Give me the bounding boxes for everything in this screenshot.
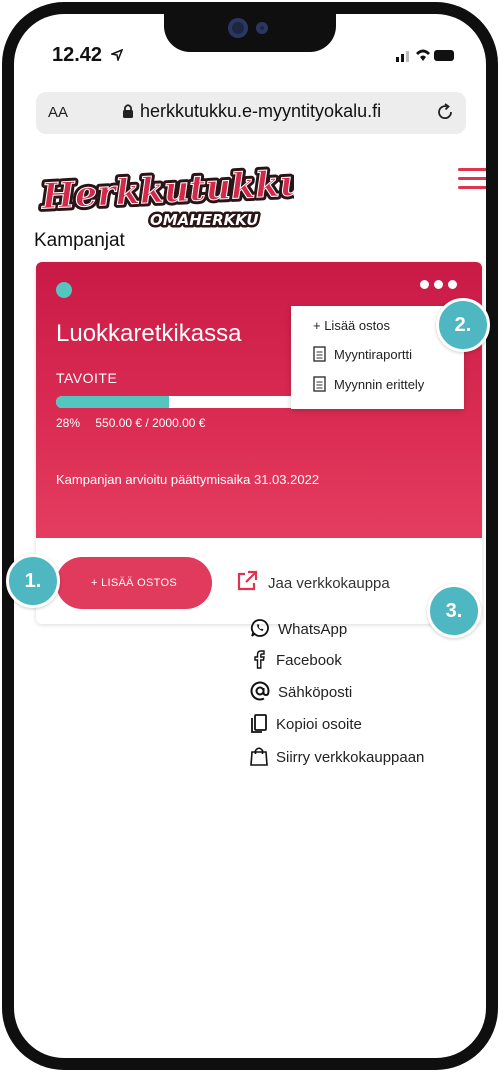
add-purchase-button[interactable]: + LISÄÄ OSTOS: [56, 557, 212, 609]
progress-fill: [56, 396, 170, 408]
menu-line: [458, 186, 486, 189]
status-icons: [396, 49, 454, 62]
share-heading: Jaa verkkokauppa: [268, 575, 390, 592]
share-item-label: Kopioi osoite: [276, 716, 362, 733]
external-link-icon: [237, 570, 258, 591]
url-text[interactable]: herkkutukku.e-myyntityokalu.fi: [140, 101, 381, 122]
more-dot: [420, 280, 429, 289]
whatsapp-icon: [250, 619, 269, 637]
document-icon: [313, 376, 326, 392]
callout-badge-2: 2.: [436, 298, 490, 352]
more-dot: [434, 280, 443, 289]
logo-main: Herkkutukku: [40, 163, 294, 218]
signal-icon: [396, 51, 409, 62]
status-dot-icon: [56, 282, 72, 298]
notch: [164, 14, 336, 52]
text-size-button[interactable]: AA: [48, 104, 68, 121]
campaign-end-date: Kampanjan arvioitu päättymisaika 31.03.2…: [56, 472, 320, 487]
at-icon: [250, 681, 270, 701]
facebook-icon: [254, 650, 265, 669]
progress-stats: 28% 550.00 € / 2000.00 €: [56, 416, 217, 430]
share-item-label: Sähköposti: [278, 684, 353, 701]
address-bar[interactable]: AA herkkutukku.e-myyntityokalu.fi: [36, 92, 466, 134]
dropdown-sales-breakdown[interactable]: Myynnin erittely: [313, 376, 424, 392]
herkkutukku-logo[interactable]: Herkkutukku Herkkutukku OMAHERKKU OMAHER…: [34, 162, 294, 232]
location-arrow-icon: [109, 48, 123, 63]
share-email[interactable]: Sähköposti: [250, 681, 352, 701]
sales-breakdown-label: Myynnin erittely: [334, 377, 425, 392]
hamburger-menu-icon[interactable]: [458, 168, 486, 192]
share-go-to-webshop[interactable]: Siirry verkkokauppaan: [250, 746, 424, 766]
shopping-bag-icon: [250, 747, 268, 766]
status-time-text: 12.42: [52, 44, 103, 66]
battery-icon: [434, 50, 454, 61]
share-copy-address[interactable]: Kopioi osoite: [250, 713, 362, 733]
dropdown-sales-report[interactable]: Myyntiraportti: [313, 346, 412, 362]
sales-report-label: Myyntiraportti: [334, 347, 413, 362]
status-time: 12.42: [52, 44, 123, 67]
more-options-icon[interactable]: [420, 276, 464, 294]
copy-icon: [251, 714, 267, 733]
menu-line: [458, 177, 486, 180]
wifi-icon: [416, 49, 430, 61]
goal-label: TAVOITE: [56, 370, 118, 386]
dropdown-add-purchase[interactable]: + Lisää ostos: [313, 318, 390, 333]
more-dot: [448, 280, 457, 289]
share-item-label: WhatsApp: [278, 621, 348, 638]
share-item-label: Facebook: [276, 652, 342, 669]
page-title: Kampanjat: [34, 230, 125, 251]
menu-line: [458, 168, 486, 171]
progress-amount: 550.00 € / 2000.00 €: [95, 416, 206, 430]
progress-percent: 28%: [56, 416, 81, 430]
callout-badge-1: 1.: [6, 554, 60, 608]
campaign-name: Luokkaretkikassa: [56, 320, 242, 347]
lock-icon: [123, 104, 133, 118]
callout-badge-3: 3.: [427, 584, 481, 638]
logo-sub: OMAHERKKU: [150, 211, 259, 229]
share-whatsapp[interactable]: WhatsApp: [250, 618, 347, 638]
share-webshop-button[interactable]: Jaa verkkokauppa: [236, 570, 390, 592]
camera-icon: [228, 18, 248, 38]
document-icon: [313, 346, 326, 362]
sensor-icon: [256, 22, 268, 34]
share-item-label: Siirry verkkokauppaan: [276, 749, 425, 766]
reload-icon[interactable]: [434, 101, 456, 123]
share-facebook[interactable]: Facebook: [250, 649, 342, 669]
